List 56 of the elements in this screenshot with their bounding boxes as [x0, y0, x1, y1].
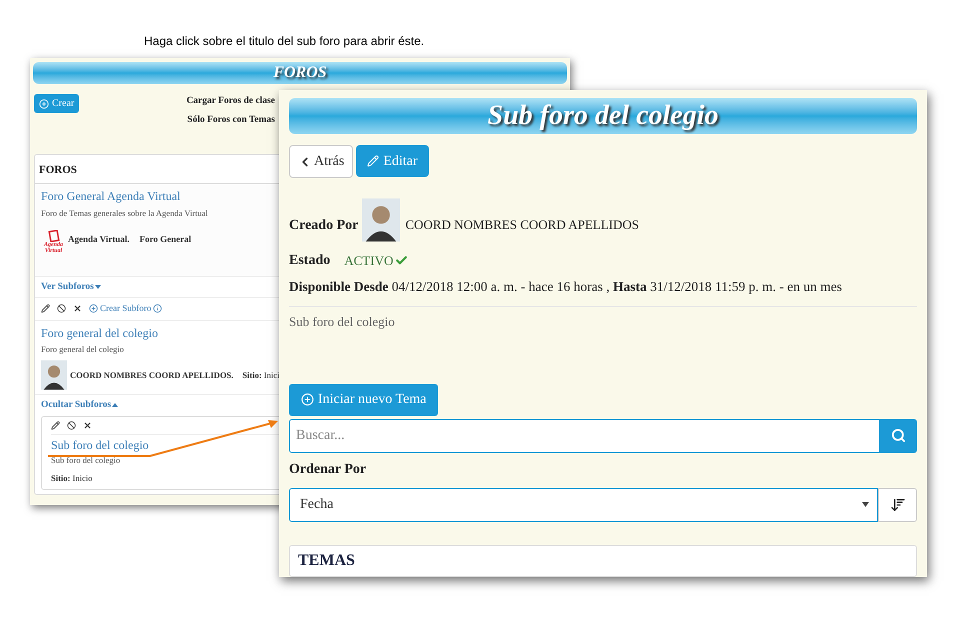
plus-icon [89, 304, 98, 314]
plus-icon [39, 98, 49, 108]
forum-description: Foro de Temas generales sobre la Agenda Virtual [41, 207, 209, 220]
pencil-icon [367, 155, 380, 167]
show-subforums-link[interactable]: Ver Subforos [41, 280, 101, 294]
ban-icon[interactable] [67, 420, 76, 430]
close-icon[interactable] [83, 420, 92, 430]
sort-icon [890, 496, 906, 513]
author-name: COORD NOMBRES COORD APELLIDOS [405, 216, 640, 234]
avatar-placeholder [362, 198, 400, 242]
availability-text: Disponible Desde 04/12/2018 12:00 a. m. - hace 16 horas , Hasta 31/12/2018 11:59 p. m. - en un mes [289, 277, 917, 308]
back-button[interactable]: Atrás [289, 145, 354, 178]
created-by-label: Creado Por [289, 217, 358, 235]
status-value: ACTIVO [344, 250, 408, 270]
search-field[interactable]: Buscar... [289, 418, 880, 453]
filter-label: Sólo Foros con Temas [187, 116, 275, 125]
caret-icon [94, 284, 101, 289]
forum-category: Foro General [140, 233, 192, 246]
subforum-site: Sitio: Inici [242, 368, 280, 382]
dropdown-caret-icon [862, 502, 869, 508]
subforum-description: Sub foro del colegio [289, 313, 396, 332]
nested-subforum-site: Sitio: Inicio [51, 472, 94, 485]
banner-title: Sub foro del colegio [488, 102, 718, 130]
close-icon[interactable] [73, 304, 82, 314]
subforum-author: COORD NOMBRES COORD APELLIDOS. [70, 368, 234, 382]
avatar-placeholder [41, 360, 67, 390]
edit-button[interactable]: Editar [356, 145, 429, 177]
sort-direction-button[interactable] [878, 488, 917, 522]
subforum-description: Foro general del colegio [41, 342, 125, 356]
plus-icon [301, 393, 314, 406]
forum-title[interactable]: Foro General Agenda Virtual [41, 187, 180, 205]
create-button[interactable]: Crear [34, 94, 80, 113]
filter-label: Cargar Foros de clase [186, 97, 275, 106]
ban-icon[interactable] [57, 304, 66, 314]
nested-subforum-title[interactable]: Sub foro del colegio [51, 436, 149, 454]
banner-title: FOROS [273, 65, 327, 81]
search-button[interactable] [880, 418, 917, 453]
pencil-icon[interactable] [41, 304, 50, 314]
subforum-title[interactable]: Foro general del colegio [41, 324, 158, 342]
check-icon [395, 254, 408, 267]
pencil-icon[interactable] [51, 420, 60, 430]
info-icon [153, 304, 162, 314]
caret-icon [112, 403, 118, 408]
hide-subforums-link[interactable]: Ocultar Subforos [41, 398, 118, 412]
caption: Haga click sobre el titulo del sub foro para abrir éste. [144, 33, 424, 50]
sort-label: Ordenar Por [289, 460, 368, 479]
status-label: Estado [289, 252, 330, 270]
document-icon [48, 230, 60, 242]
forum-site: Agenda Virtual. [68, 233, 130, 246]
sort-select[interactable]: Fecha [289, 488, 878, 522]
nested-subforum-description: Sub foro del colegio [51, 454, 122, 466]
new-topic-button[interactable]: Iniciar nuevo Tema [289, 384, 438, 416]
create-subforum-link[interactable]: Crear Subforo [89, 302, 162, 316]
panel-title: FOROS [39, 164, 77, 176]
topics-title: TEMAS [298, 550, 355, 571]
search-icon [891, 428, 906, 444]
